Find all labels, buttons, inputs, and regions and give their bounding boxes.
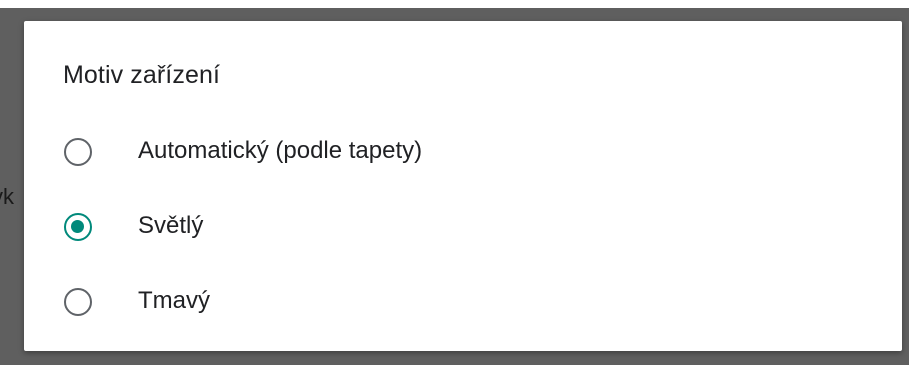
option-automatic[interactable]: Automatický (podle tapety): [24, 118, 902, 182]
option-automatic-label: Automatický (podle tapety): [138, 137, 423, 164]
option-dark[interactable]: Tmavý: [24, 268, 902, 332]
radio-unchecked-icon[interactable]: [64, 138, 92, 166]
option-light-label: Světlý: [138, 212, 204, 239]
background-partial-text: vk: [0, 184, 14, 209]
option-light[interactable]: Světlý: [24, 193, 902, 257]
option-dark-label: Tmavý: [138, 287, 210, 314]
device-theme-dialog: Motiv zařízení Automatický (podle tapety…: [24, 21, 902, 351]
radio-unchecked-icon[interactable]: [64, 288, 92, 316]
radio-checked-icon[interactable]: [64, 213, 92, 241]
dialog-title: Motiv zařízení: [63, 61, 221, 89]
